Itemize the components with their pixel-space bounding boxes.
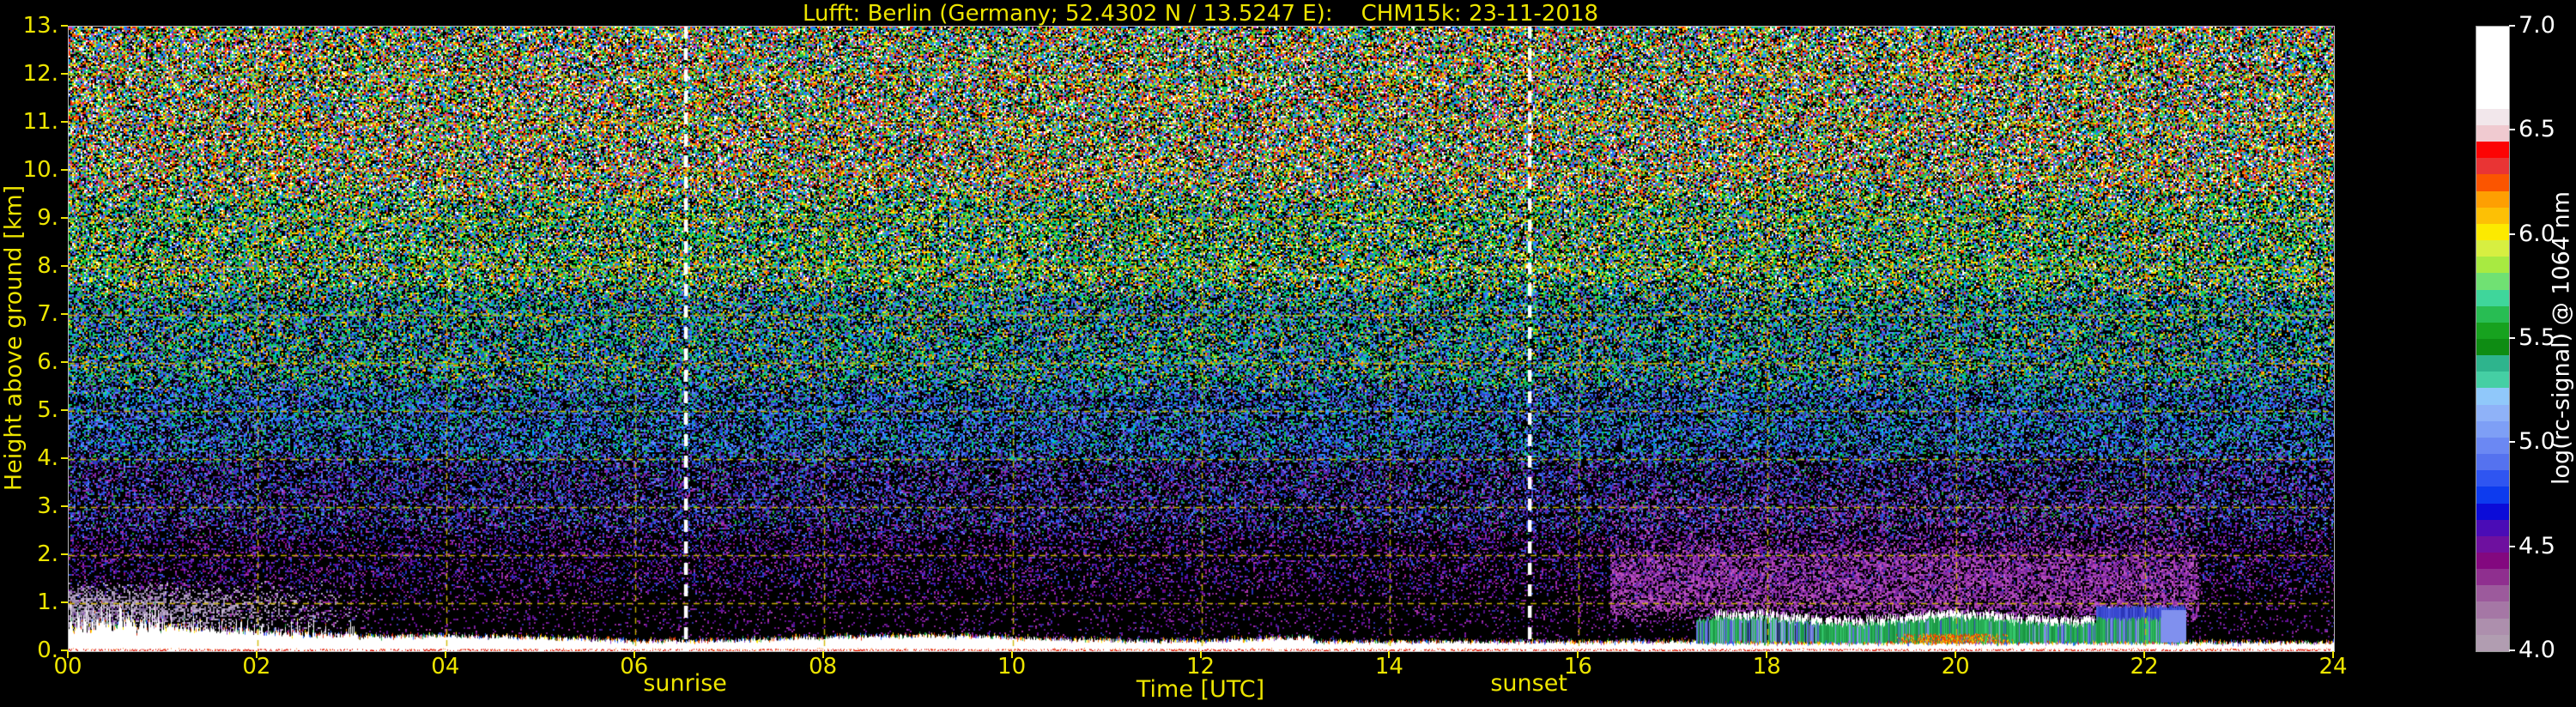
x-tick-mark (1577, 651, 1579, 658)
colorbar-step (2476, 553, 2509, 570)
colorbar-tick-label: 4.0 (2518, 637, 2555, 663)
colorbar-step (2476, 92, 2509, 109)
colorbar-step (2476, 388, 2509, 405)
y-tick-label: 5. (37, 397, 58, 423)
x-tick-mark (444, 651, 446, 658)
colorbar-tick-mark (2509, 129, 2515, 131)
colorbar-tick-label: 4.5 (2518, 532, 2555, 559)
x-tick-mark (1955, 651, 1957, 658)
y-tick-label: 7. (37, 301, 58, 327)
colorbar-step (2476, 59, 2509, 76)
colorbar-step (2476, 569, 2509, 586)
colorbar-tick-mark (2509, 25, 2515, 27)
colorbar-step (2476, 355, 2509, 372)
colorbar-step (2476, 420, 2509, 438)
colorbar-step (2476, 27, 2509, 44)
x-tick-mark (2143, 651, 2146, 658)
colorbar-step (2476, 108, 2509, 125)
y-tick-mark (61, 121, 68, 123)
y-tick-label: 2. (37, 541, 58, 567)
y-tick-mark (61, 73, 68, 75)
colorbar-step (2476, 257, 2509, 274)
colorbar-step (2476, 454, 2509, 471)
x-axis-label: Time [UTC] (1136, 676, 1265, 703)
ceilometer-quicklook-figure: Lufft: Berlin (Germany; 52.4302 N / 13.5… (0, 0, 2576, 707)
y-tick-mark (61, 409, 68, 411)
x-tick-mark (2332, 651, 2334, 658)
y-tick-mark (61, 553, 68, 555)
colorbar-step (2476, 174, 2509, 191)
colorbar-step (2476, 618, 2509, 635)
y-tick-label: 13. (22, 13, 58, 39)
y-tick-label: 0. (37, 638, 58, 663)
colorbar-step (2476, 124, 2509, 142)
y-tick-mark (61, 313, 68, 315)
y-tick-label: 10. (22, 157, 58, 183)
colorbar-step (2476, 207, 2509, 224)
y-tick-label: 12. (22, 61, 58, 87)
colorbar-step (2476, 535, 2509, 553)
colorbar-step (2476, 142, 2509, 159)
y-tick-mark (61, 25, 68, 27)
colorbar-gradient (2476, 26, 2510, 652)
x-tick-mark (255, 651, 258, 658)
y-tick-label: 8. (37, 253, 58, 279)
y-tick-mark (61, 457, 68, 459)
colorbar-step (2476, 372, 2509, 389)
colorbar-step (2476, 486, 2509, 504)
y-tick-mark (61, 169, 68, 171)
colorbar-step (2476, 322, 2509, 339)
y-tick-label: 4. (37, 445, 58, 471)
y-tick-label: 6. (37, 349, 58, 375)
y-tick-label: 3. (37, 493, 58, 519)
colorbar-step (2476, 289, 2509, 306)
y-tick-label: 1. (37, 589, 58, 615)
x-tick-mark (1388, 651, 1391, 658)
heatmap-canvas (69, 27, 2334, 651)
colorbar-step (2476, 634, 2509, 651)
colorbar-tick-label: 6.5 (2518, 116, 2555, 143)
colorbar-step (2476, 223, 2509, 241)
colorbar-step (2476, 470, 2509, 487)
colorbar-step (2476, 43, 2509, 60)
colorbar-tick-mark (2509, 545, 2515, 547)
x-tick-mark (1010, 651, 1013, 658)
colorbar-step (2476, 437, 2509, 455)
colorbar-step (2476, 305, 2509, 323)
colorbar-step (2476, 519, 2509, 536)
colorbar-step (2476, 585, 2509, 602)
y-tick-mark (61, 505, 68, 507)
colorbar-step (2476, 404, 2509, 421)
x-tick-mark (633, 651, 635, 658)
x-tick-mark (1199, 651, 1202, 658)
y-tick-mark (61, 650, 68, 651)
colorbar-axis-label: log(rc-signal) @ 1064 nm (2548, 190, 2575, 486)
colorbar-step (2476, 338, 2509, 356)
colorbar-step (2476, 190, 2509, 208)
x-tick-mark (67, 651, 69, 658)
colorbar-step (2476, 273, 2509, 290)
colorbar-step (2476, 158, 2509, 175)
colorbar-step (2476, 76, 2509, 93)
colorbar-tick-mark (2509, 233, 2515, 235)
colorbar-tick-mark (2509, 441, 2515, 444)
colorbar-tick-mark (2509, 650, 2515, 651)
plot-area (68, 26, 2335, 652)
y-tick-mark (61, 217, 68, 219)
x-tick-mark (821, 651, 824, 658)
colorbar-tick-label: 7.0 (2518, 12, 2555, 39)
colorbar-step (2476, 601, 2509, 619)
colorbar-step (2476, 503, 2509, 520)
y-tick-mark (61, 265, 68, 267)
colorbar-tick-mark (2509, 337, 2515, 339)
y-tick-label: 11. (22, 109, 58, 135)
y-tick-mark (61, 601, 68, 603)
colorbar-step (2476, 240, 2509, 257)
y-tick-mark (61, 361, 68, 363)
page-title: Lufft: Berlin (Germany; 52.4302 N / 13.5… (802, 1, 1599, 27)
x-tick-mark (1766, 651, 1768, 658)
y-tick-label: 9. (37, 205, 58, 231)
